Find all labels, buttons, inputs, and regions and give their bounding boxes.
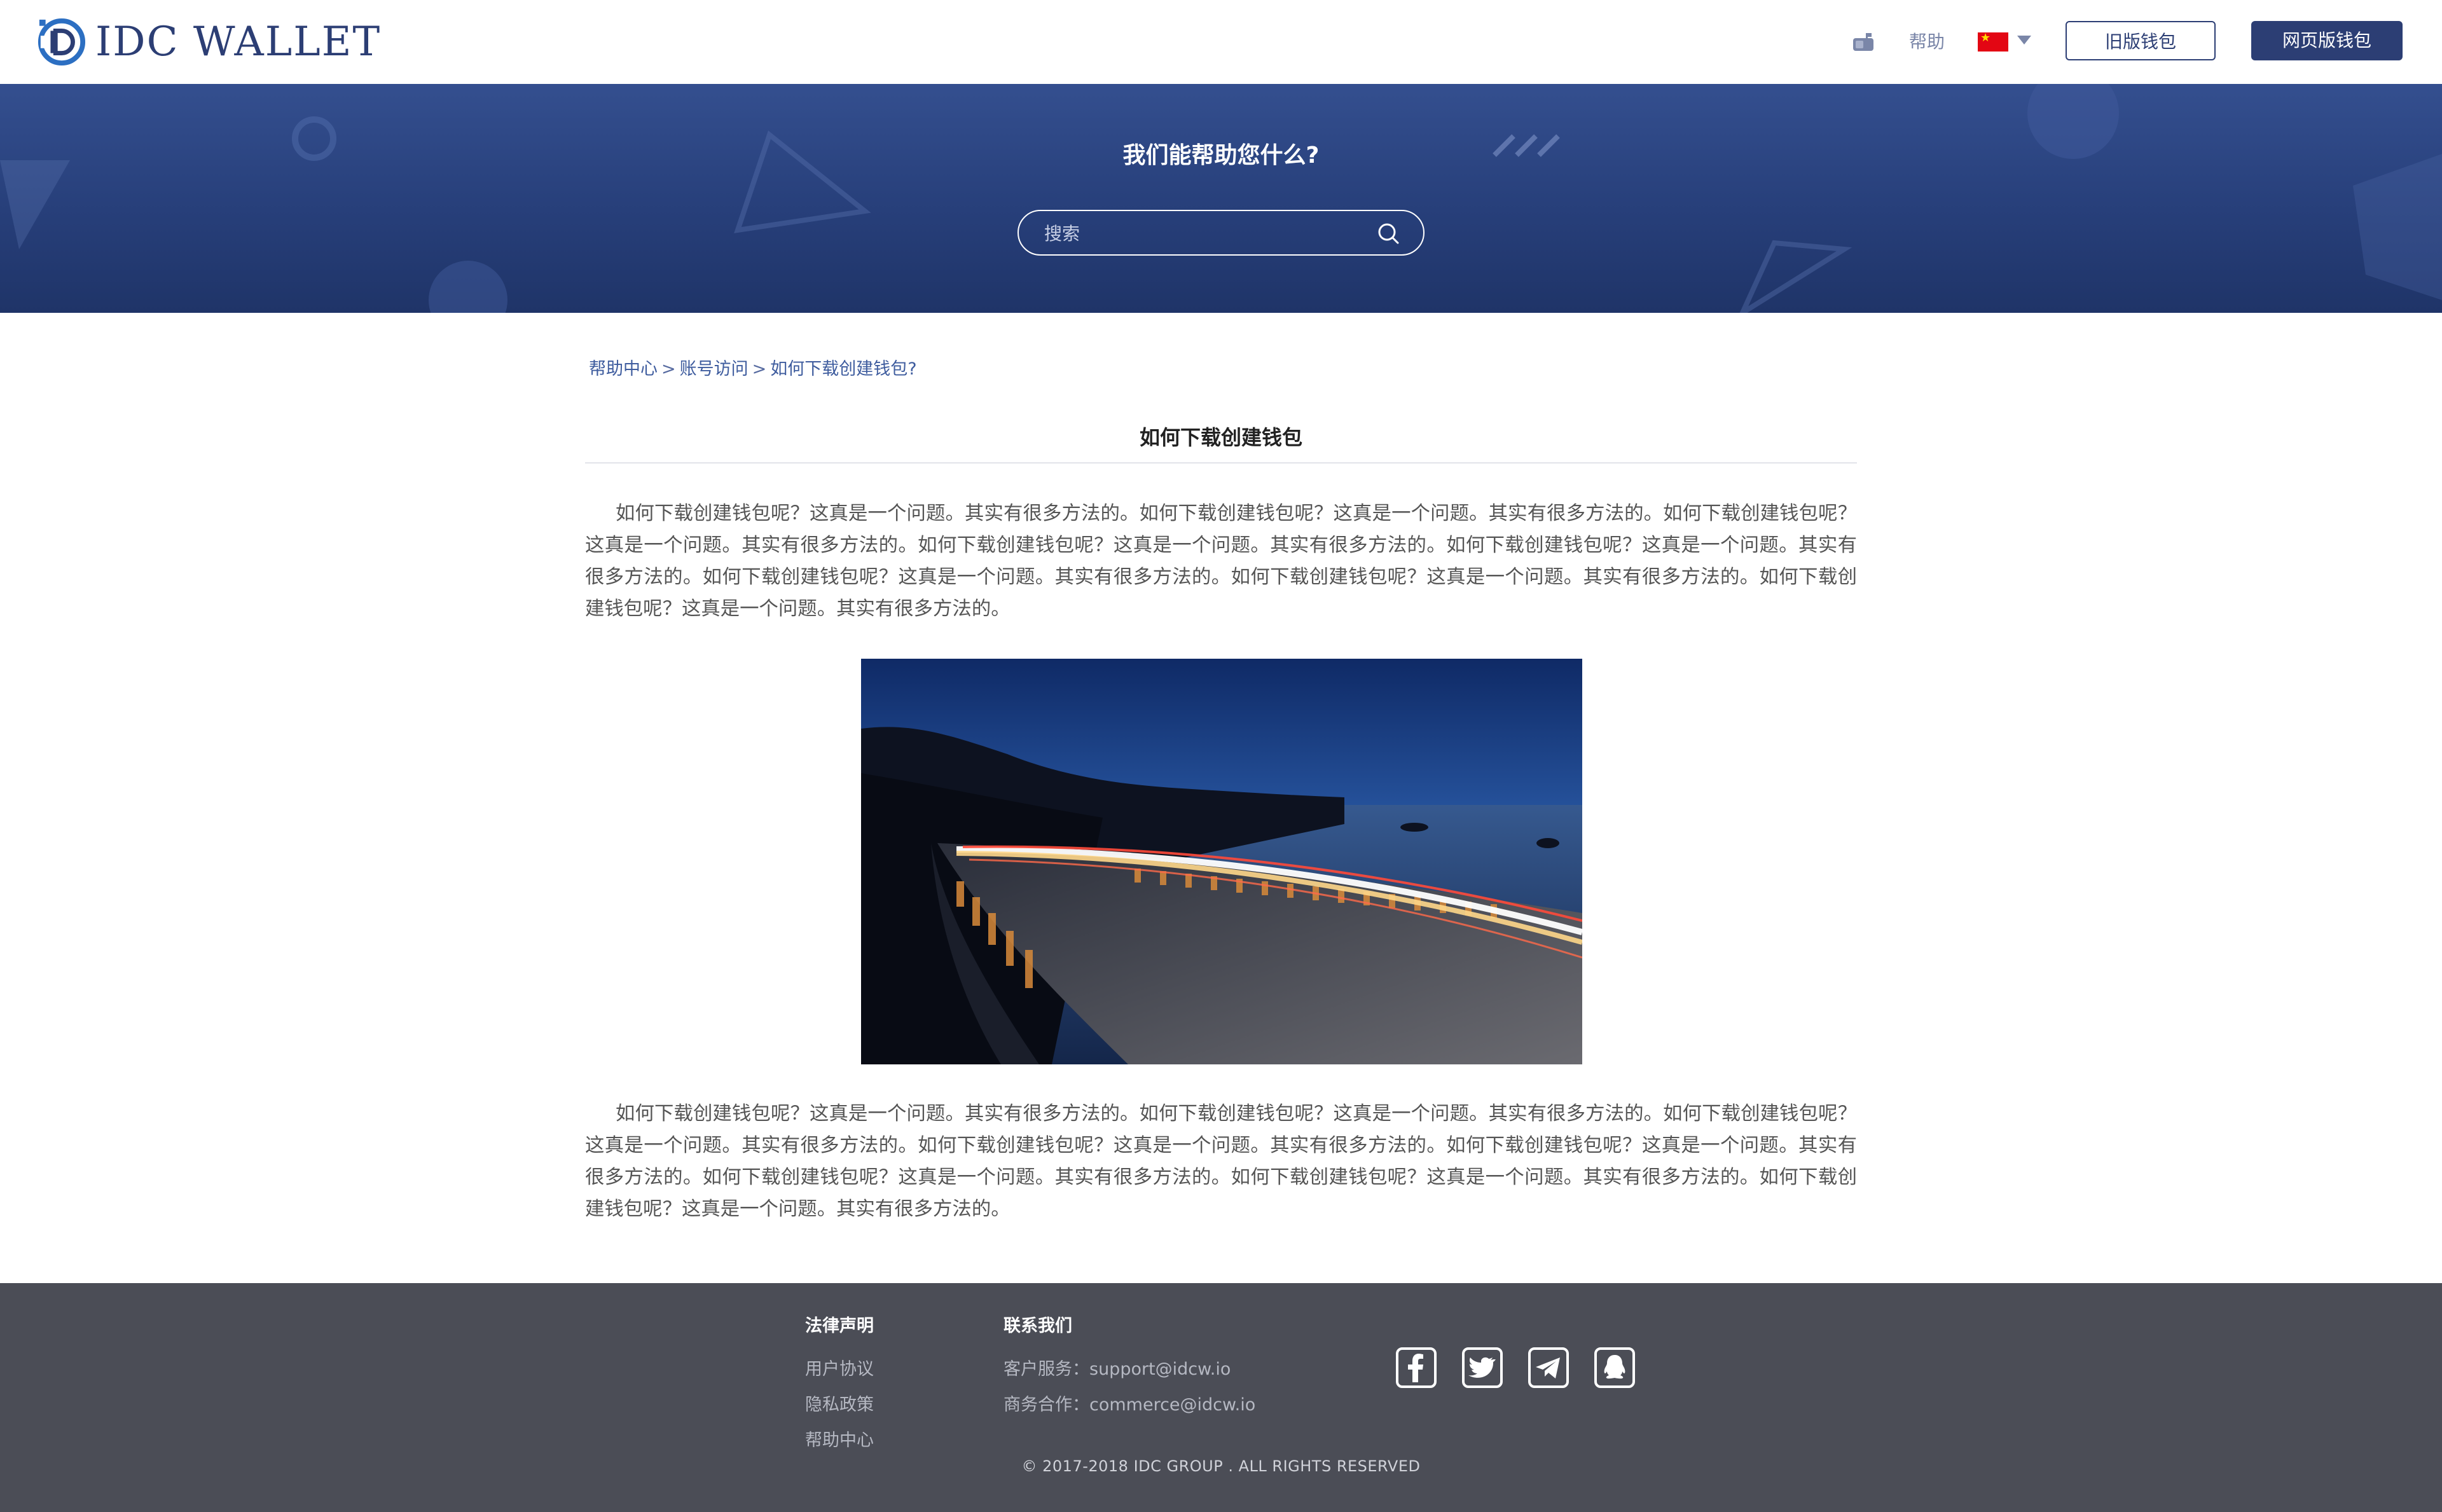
article-title: 如何下载创建钱包 — [1139, 425, 1302, 450]
night-coastal-bridge-light-trails-photo — [861, 659, 1582, 1064]
breadcrumb-separator: > — [661, 359, 676, 379]
logo[interactable]: IDC WALLET — [37, 17, 381, 67]
business-email: 商务合作：commerce@idcw.io — [1004, 1395, 1256, 1415]
customer-service-email: 客户服务：support@idcw.io — [1004, 1359, 1231, 1379]
telegram-icon[interactable] — [1528, 1347, 1569, 1389]
cn-flag-icon[interactable]: ★ — [1978, 31, 2008, 52]
logo-text: IDC WALLET — [95, 18, 382, 65]
twitter-icon[interactable] — [1461, 1347, 1503, 1389]
search-box[interactable] — [1018, 210, 1424, 256]
help-banner: 我们能帮助您什么? — [0, 84, 2442, 313]
flag-star-icon: ★ — [1980, 31, 1991, 45]
mailbox-icon[interactable] — [1852, 32, 1875, 52]
legal-heading: 法律声明 — [805, 1316, 874, 1336]
article-paragraph-2: 如何下载创建钱包呢？这真是一个问题。其实有很多方法的。如何下载创建钱包呢？这真是… — [585, 1103, 1857, 1220]
privacy-policy-link[interactable]: 隐私政策 — [805, 1392, 874, 1418]
breadcrumb-account-access[interactable]: 账号访问 — [680, 359, 748, 379]
help-center-link[interactable]: 帮助中心 — [805, 1428, 874, 1454]
qq-icon[interactable] — [1594, 1347, 1636, 1389]
search-input[interactable] — [1043, 219, 1363, 248]
search-icon[interactable] — [1376, 221, 1400, 245]
user-agreement-link[interactable]: 用户协议 — [805, 1357, 874, 1382]
breadcrumb-current-page[interactable]: 如何下载创建钱包? — [770, 359, 916, 379]
contact-heading: 联系我们 — [1004, 1316, 1072, 1336]
article-paragraph-1: 如何下载创建钱包呢？这真是一个问题。其实有很多方法的。如何下载创建钱包呢？这真是… — [585, 502, 1857, 619]
top-header: IDC WALLET 帮助 ★ 旧版钱包 网页版钱包 — [0, 0, 2442, 85]
copyright-text: © 2017-2018 IDC GROUP . ALL RIGHTS RESER… — [1021, 1457, 1421, 1475]
idc-logo-icon — [38, 18, 86, 66]
help-link[interactable]: 帮助 — [1909, 28, 1945, 56]
breadcrumb-help-center[interactable]: 帮助中心 — [589, 359, 658, 379]
caret-down-icon[interactable] — [2017, 36, 2031, 45]
title-divider — [585, 462, 1857, 464]
breadcrumb-separator: > — [752, 359, 767, 379]
banner-title: 我们能帮助您什么? — [1122, 142, 1320, 168]
breadcrumb: 帮助中心 > 账号访问 > 如何下载创建钱包? — [589, 357, 917, 381]
banner-decoration — [0, 84, 2442, 313]
old-wallet-button[interactable]: 旧版钱包 — [2066, 21, 2216, 60]
web-wallet-button[interactable]: 网页版钱包 — [2251, 21, 2403, 60]
facebook-icon[interactable] — [1395, 1347, 1437, 1389]
site-footer: 法律声明 用户协议 隐私政策 帮助中心 联系我们 客户服务：support@id… — [0, 1283, 2442, 1512]
